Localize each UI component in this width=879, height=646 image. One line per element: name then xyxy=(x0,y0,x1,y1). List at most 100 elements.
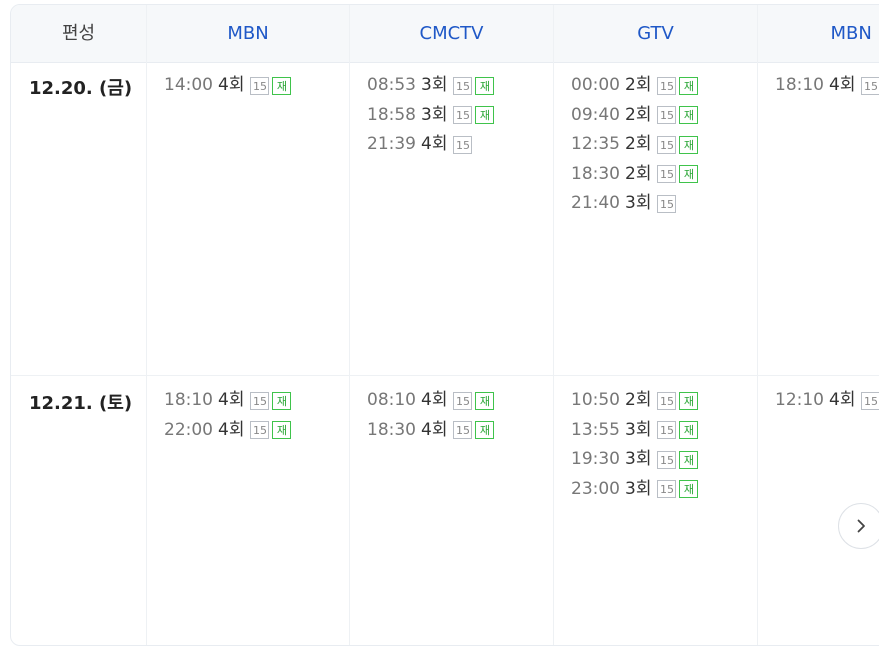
rerun-badge: 재 xyxy=(475,421,495,440)
schedule-cell: 18:10 4회 15 재 22:00 4회 15 재 xyxy=(164,386,292,446)
broadcast-time: 21:40 xyxy=(571,193,620,213)
broadcast-entry[interactable]: 22:00 4회 15 재 xyxy=(164,416,292,446)
broadcast-time: 13:55 xyxy=(571,419,620,440)
broadcast-entry[interactable]: 09:40 2회 15 재 xyxy=(571,101,699,131)
broadcast-entry[interactable]: 18:58 3회 15 재 xyxy=(367,101,495,131)
header-channel-mbn-plus[interactable]: MBN P xyxy=(758,5,879,62)
header-channel-mbn[interactable]: MBN xyxy=(147,5,349,62)
episode-number: 3회 xyxy=(625,193,652,213)
broadcast-entry[interactable]: 18:30 2회 15 재 xyxy=(571,160,699,190)
age-rating-badge: 15 xyxy=(861,391,879,410)
age-rating-badge: 15 xyxy=(250,391,270,410)
row-date: 12.20. (금) xyxy=(29,78,133,99)
rerun-badge: 재 xyxy=(475,76,495,95)
rerun-badge: 재 xyxy=(679,76,699,95)
broadcast-entry[interactable]: 19:30 3회 15 재 xyxy=(571,445,699,475)
broadcast-entry[interactable]: 08:53 3회 15 재 xyxy=(367,71,495,101)
episode-number: 4회 xyxy=(421,134,448,154)
broadcast-time: 21:39 xyxy=(367,134,416,154)
schedule-cell: 14:00 4회 15 재 xyxy=(164,71,292,101)
rerun-badge: 재 xyxy=(679,106,699,125)
episode-number: 3회 xyxy=(421,75,448,95)
age-rating-badge: 15 xyxy=(657,76,677,95)
chevron-right-icon xyxy=(857,519,865,533)
age-rating-badge: 15 xyxy=(657,165,677,184)
next-button[interactable] xyxy=(838,503,879,549)
broadcast-entry[interactable]: 18:30 4회 15 재 xyxy=(367,416,495,446)
episode-number: 4회 xyxy=(829,390,856,410)
age-rating-badge: 15 xyxy=(250,421,270,440)
rerun-badge: 재 xyxy=(679,421,699,440)
rerun-badge: 재 xyxy=(475,391,495,410)
broadcast-time: 18:58 xyxy=(367,104,416,125)
episode-number: 2회 xyxy=(625,104,652,125)
broadcast-entry[interactable]: 08:10 4회 15 재 xyxy=(367,386,495,416)
rerun-badge: 재 xyxy=(679,165,699,184)
broadcast-time: 12:35 xyxy=(571,134,620,154)
age-rating-badge: 15 xyxy=(861,76,879,95)
episode-number: 4회 xyxy=(218,390,245,410)
episode-number: 2회 xyxy=(625,75,652,95)
age-rating-badge: 15 xyxy=(453,391,473,410)
episode-number: 4회 xyxy=(421,390,448,410)
schedule-cell: 00:00 2회 15 재 09:40 2회 15 재 12:35 2회 15 재 18:30 2회 15 재… xyxy=(571,71,699,219)
table-header: 편성 MBN CMCTV GTV MBN P xyxy=(11,5,879,63)
broadcast-entry[interactable]: 21:39 4회 15 xyxy=(367,130,494,160)
column-divider xyxy=(349,5,350,645)
broadcast-entry[interactable]: 10:50 2회 15 재 xyxy=(571,386,699,416)
episode-number: 4회 xyxy=(421,419,448,440)
age-rating-badge: 15 xyxy=(453,76,473,95)
episode-number: 2회 xyxy=(625,163,652,184)
rerun-badge: 재 xyxy=(679,391,699,410)
episode-number: 3회 xyxy=(625,478,652,499)
schedule-table: 편성 MBN CMCTV GTV MBN P 12.20. (금)14:004회… xyxy=(10,4,879,646)
episode-number: 4회 xyxy=(829,75,856,95)
header-channel-gtv[interactable]: GTV xyxy=(554,5,757,62)
broadcast-entry[interactable]: 12:35 2회 15 재 xyxy=(571,130,699,160)
column-divider xyxy=(553,5,554,645)
broadcast-time: 10:50 xyxy=(571,390,620,410)
age-rating-badge: 15 xyxy=(250,76,270,95)
broadcast-entry[interactable]: 18:10 4회 15 재 xyxy=(164,386,292,416)
schedule-cell: 12:10 4회 15 xyxy=(775,386,879,416)
episode-number: 3회 xyxy=(421,104,448,125)
episode-number: 4회 xyxy=(218,75,245,95)
header-schedule-label: 편성 xyxy=(61,23,96,44)
rerun-badge: 재 xyxy=(272,421,292,440)
episode-number: 3회 xyxy=(625,449,652,469)
broadcast-time: 08:53 xyxy=(367,75,416,95)
broadcast-time: 23:00 xyxy=(571,478,620,499)
broadcast-time: 00:00 xyxy=(571,75,620,95)
broadcast-entry[interactable]: 14:00 4회 15 재 xyxy=(164,71,292,101)
age-rating-badge: 15 xyxy=(657,106,677,125)
broadcast-time: 19:30 xyxy=(571,449,620,469)
rerun-badge: 재 xyxy=(475,106,495,125)
episode-number: 2회 xyxy=(625,390,652,410)
broadcast-entry[interactable]: 12:10 4회 15 xyxy=(775,386,879,416)
broadcast-time: 18:30 xyxy=(367,419,416,440)
broadcast-time: 22:00 xyxy=(164,419,213,440)
rerun-badge: 재 xyxy=(679,480,699,499)
age-rating-badge: 15 xyxy=(453,135,473,154)
schedule-cell: 18:10 4회 15 xyxy=(775,71,879,101)
broadcast-time: 14:00 xyxy=(164,75,213,95)
broadcast-entry[interactable]: 23:00 3회 15 재 xyxy=(571,475,699,505)
age-rating-badge: 15 xyxy=(657,194,677,213)
age-rating-badge: 15 xyxy=(657,421,677,440)
age-rating-badge: 15 xyxy=(657,480,677,499)
schedule-cell: 08:53 3회 15 재 18:58 3회 15 재 21:39 4회 15 xyxy=(367,71,495,160)
broadcast-entry[interactable]: 13:55 3회 15 재 xyxy=(571,416,699,446)
broadcast-entry[interactable]: 21:40 3회 15 xyxy=(571,189,698,219)
row-date: 12.21. (토) xyxy=(29,393,133,414)
header-channel-cmctv[interactable]: CMCTV xyxy=(350,5,553,62)
broadcast-time: 08:10 xyxy=(367,390,416,410)
age-rating-badge: 15 xyxy=(453,421,473,440)
episode-number: 4회 xyxy=(218,419,245,440)
broadcast-entry[interactable]: 00:00 2회 15 재 xyxy=(571,71,699,101)
schedule-cell: 10:50 2회 15 재 13:55 3회 15 재 19:30 3회 15 재 23:00 3회 15 재 xyxy=(571,386,699,505)
broadcast-entry[interactable]: 18:10 4회 15 xyxy=(775,71,879,101)
broadcast-time: 18:10 xyxy=(164,390,213,410)
age-rating-badge: 15 xyxy=(453,106,473,125)
column-divider xyxy=(757,5,758,645)
age-rating-badge: 15 xyxy=(657,391,677,410)
